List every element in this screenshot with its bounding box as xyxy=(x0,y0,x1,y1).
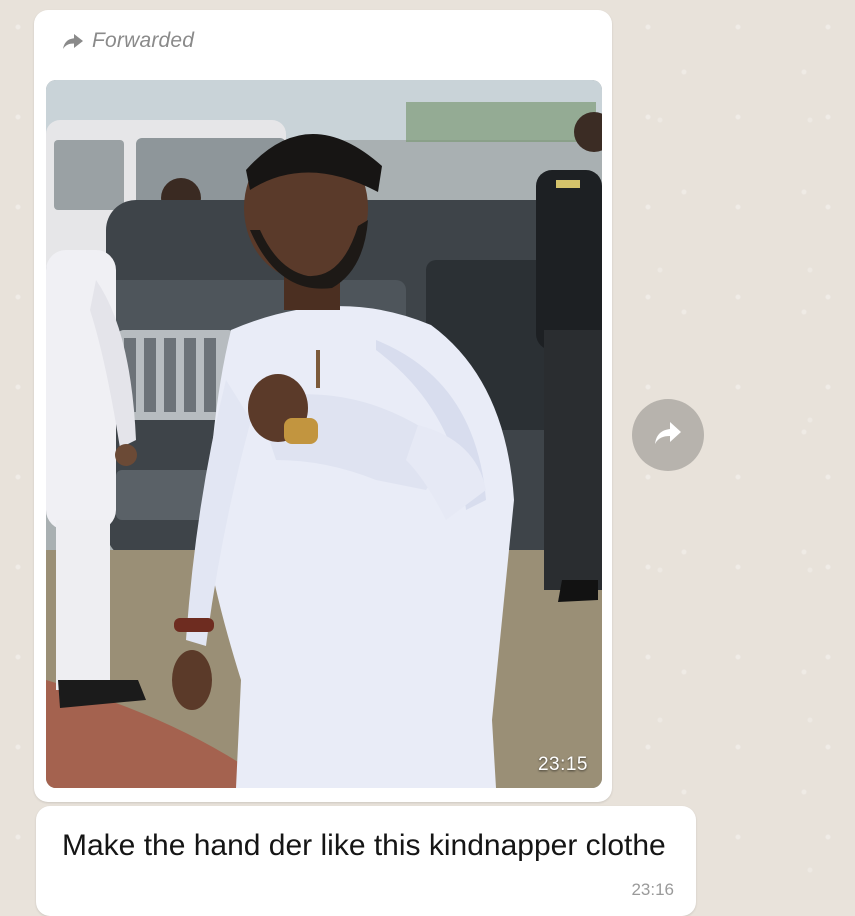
image-message-bubble[interactable]: Forwarded 23:15 xyxy=(34,10,612,802)
forwarded-indicator: Forwarded xyxy=(62,28,194,54)
forwarded-label: Forwarded xyxy=(92,29,195,52)
message-photo[interactable]: 23:15 xyxy=(46,80,602,788)
forward-arrow-icon xyxy=(62,32,84,50)
share-arrow-icon xyxy=(653,420,683,451)
message-text: Make the hand der like this kindnapper c… xyxy=(62,829,666,862)
message-timestamp: 23:16 xyxy=(631,880,674,899)
image-timestamp: 23:15 xyxy=(537,754,588,775)
share-button[interactable] xyxy=(632,399,704,471)
